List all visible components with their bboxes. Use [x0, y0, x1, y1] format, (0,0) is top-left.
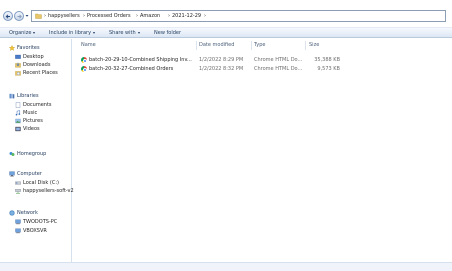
new-folder-button[interactable]: New folder: [154, 30, 181, 36]
nav-homegroup[interactable]: Homegroup: [0, 150, 72, 158]
address-row: › happysellers › Processed Orders › Amaz…: [0, 8, 452, 24]
file-date-modified: 1/2/2022 8:32 PM: [199, 66, 244, 72]
nav-favorites[interactable]: Favorites: [0, 44, 72, 52]
chevron-down-icon: [137, 31, 140, 34]
nav-item-label: TWODOTS-PC: [23, 219, 58, 225]
breadcrumb-amazon[interactable]: Amazon: [140, 13, 160, 19]
computer-icon: [15, 219, 21, 225]
nav-item-downloads[interactable]: Downloads: [0, 61, 72, 69]
computer-icon: [9, 171, 15, 177]
chrome-icon: [81, 66, 88, 73]
nav-item-label: Videos: [23, 126, 40, 132]
back-arrow-icon: [5, 14, 10, 19]
navigation-pane: Favorites Desktop Downloads Recent Place…: [0, 39, 74, 271]
command-bar: Organize Include in library Share with N…: [0, 27, 452, 38]
forward-arrow-icon: [17, 14, 22, 19]
file-type: Chrome HTML Do...: [254, 66, 303, 72]
breadcrumb-separator[interactable]: ›: [83, 13, 85, 19]
nav-libraries-label: Libraries: [17, 93, 39, 99]
column-header-name[interactable]: Name: [81, 42, 96, 48]
nav-item-label: happysellers-soft-v2: [23, 188, 74, 194]
breadcrumb-separator[interactable]: ›: [44, 13, 46, 19]
column-header-date-modified[interactable]: Date modified: [199, 42, 234, 48]
nav-item-pictures[interactable]: Pictures: [0, 117, 72, 125]
column-header-size[interactable]: Size: [309, 42, 319, 48]
nav-item-videos[interactable]: Videos: [0, 125, 72, 133]
recent-places-icon: [15, 71, 21, 76]
nav-item-twodots-pc[interactable]: TWODOTS-PC: [0, 218, 72, 226]
back-button[interactable]: [3, 11, 13, 21]
include-in-library-label: Include in library: [49, 30, 92, 36]
nav-item-recent-places[interactable]: Recent Places: [0, 69, 72, 77]
nav-computer[interactable]: Computer: [0, 170, 72, 178]
breadcrumb-separator[interactable]: ›: [168, 13, 170, 19]
nav-network-label: Network: [17, 210, 38, 216]
column-header-type[interactable]: Type: [254, 42, 265, 48]
file-size: 35,388 KB: [314, 57, 340, 63]
forward-button[interactable]: [14, 11, 24, 21]
file-date-modified: 1/2/2022 8:29 PM: [199, 57, 244, 63]
network-icon: [9, 210, 15, 216]
address-bar[interactable]: › happysellers › Processed Orders › Amaz…: [31, 10, 446, 22]
nav-item-desktop[interactable]: Desktop: [0, 53, 72, 61]
breadcrumb-processed-orders[interactable]: Processed Orders: [87, 13, 131, 19]
nav-item-network-share[interactable]: happysellers-soft-v2: [0, 187, 74, 195]
chrome-icon: [81, 57, 88, 64]
organize-button[interactable]: Organize: [9, 30, 36, 36]
share-with-label: Share with: [109, 30, 136, 36]
file-name: batch-20-29-10-Combined Shipping Inv...: [89, 57, 192, 63]
nav-item-label: Documents: [23, 102, 52, 108]
videos-icon: [15, 126, 21, 132]
nav-item-label: VBOXSVR: [23, 228, 47, 234]
nav-item-label: Desktop: [23, 54, 44, 60]
file-row[interactable]: batch-20-29-10-Combined Shipping Inv... …: [74, 56, 452, 65]
file-name: batch-20-32-27-Combined Orders: [89, 66, 174, 72]
file-row[interactable]: batch-20-32-27-Combined Orders 1/2/2022 …: [74, 65, 452, 74]
chevron-down-icon: [93, 31, 96, 34]
include-in-library-button[interactable]: Include in library: [49, 30, 96, 36]
downloads-icon: [15, 62, 21, 68]
music-icon: [15, 110, 21, 116]
nav-computer-label: Computer: [17, 171, 42, 177]
share-with-button[interactable]: Share with: [109, 30, 140, 36]
desktop-icon: [15, 54, 21, 59]
chevron-down-icon: [33, 31, 36, 34]
file-type: Chrome HTML Do...: [254, 57, 303, 63]
breadcrumb-separator[interactable]: ›: [204, 13, 206, 19]
column-divider[interactable]: [251, 41, 252, 50]
nav-item-vboxsvr[interactable]: VBOXSVR: [0, 227, 72, 235]
network-drive-icon: [15, 189, 21, 194]
nav-item-music[interactable]: Music: [0, 109, 72, 117]
breadcrumb-happysellers[interactable]: happysellers: [48, 13, 80, 19]
computer-icon: [15, 228, 21, 234]
organize-label: Organize: [9, 30, 32, 36]
drive-icon: [15, 181, 21, 185]
nav-favorites-label: Favorites: [17, 45, 40, 51]
homegroup-icon: [9, 152, 15, 156]
folder-icon: [35, 13, 42, 19]
documents-icon: [15, 102, 21, 108]
column-divider[interactable]: [305, 41, 306, 50]
nav-item-local-disk[interactable]: Local Disk (C:): [0, 179, 72, 187]
nav-item-label: Music: [23, 110, 38, 116]
nav-libraries[interactable]: Libraries: [0, 92, 72, 100]
nav-item-label: Local Disk (C:): [23, 180, 59, 186]
details-pane: [0, 262, 452, 271]
nav-item-label: Recent Places: [23, 70, 58, 76]
star-icon: [9, 45, 15, 51]
breadcrumb-2021-12-29[interactable]: 2021-12-29: [172, 13, 201, 19]
nav-homegroup-label: Homegroup: [17, 151, 47, 157]
nav-network[interactable]: Network: [0, 209, 72, 217]
recent-pages-dropdown[interactable]: [25, 14, 29, 18]
nav-item-documents[interactable]: Documents: [0, 101, 72, 109]
pictures-icon: [15, 118, 21, 124]
nav-item-label: Pictures: [23, 118, 43, 124]
file-size: 9,573 KB: [317, 66, 340, 72]
library-icon: [9, 93, 15, 99]
explorer-window: › happysellers › Processed Orders › Amaz…: [0, 0, 452, 271]
nav-item-label: Downloads: [23, 62, 51, 68]
breadcrumb-separator[interactable]: ›: [136, 13, 138, 19]
column-divider[interactable]: [196, 41, 197, 50]
